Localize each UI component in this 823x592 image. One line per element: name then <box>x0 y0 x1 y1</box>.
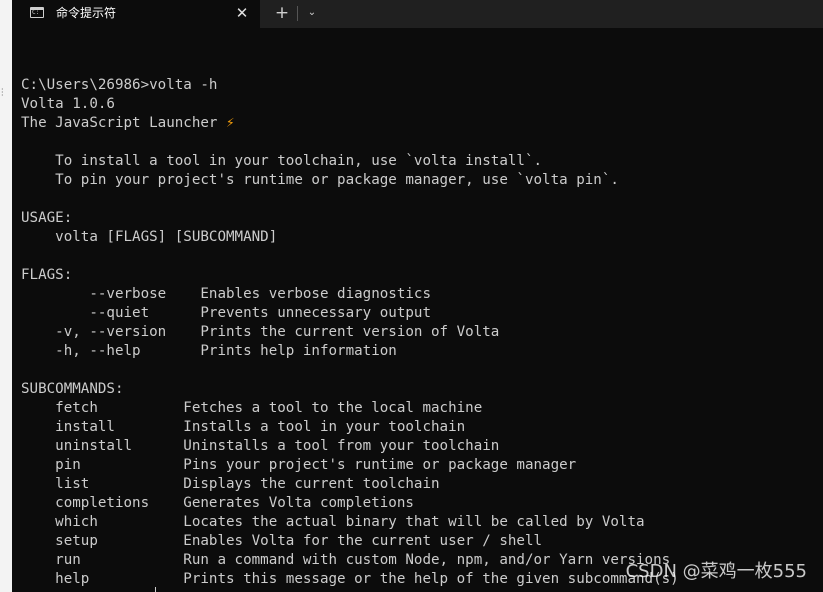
terminal-line: Volta 1.0.6 <box>21 96 115 112</box>
terminal-line: To pin your project's runtime or package… <box>21 172 619 188</box>
tab-title: 命令提示符 <box>56 6 117 20</box>
terminal-line: pin Pins your project's runtime or packa… <box>21 457 577 473</box>
new-tab-button[interactable]: + <box>272 3 292 23</box>
terminal-line: --quiet Prevents unnecessary output <box>21 305 431 321</box>
terminal-line: To install a tool in your toolchain, use… <box>21 153 543 169</box>
terminal-line: USAGE: <box>21 210 73 226</box>
terminal-line: which Locates the actual binary that wil… <box>21 514 645 530</box>
terminal-line: uninstall Uninstalls a tool from your to… <box>21 438 500 454</box>
terminal-line: list Displays the current toolchain <box>21 476 440 492</box>
more-dots-icon: · · · <box>1 85 4 100</box>
close-tab-button[interactable]: ✕ <box>232 3 252 23</box>
terminal-line: install Installs a tool in your toolchai… <box>21 419 466 435</box>
terminal-line: completions Generates Volta completions <box>21 495 414 511</box>
tab-separator <box>297 6 298 21</box>
terminal-line: FLAGS: <box>21 267 73 283</box>
terminal-line: SUBCOMMANDS: <box>21 381 124 397</box>
terminal-line: C:\Users\26986>volta -h <box>21 77 218 93</box>
terminal-line: -v, --version Prints the current version… <box>21 324 500 340</box>
terminal-window: · · · C: 命令提示符 ✕ + ⌄ C:\Users\26986>volta … <box>0 0 823 592</box>
text-cursor <box>155 587 156 592</box>
terminal-line: fetch Fetches a tool to the local machin… <box>21 400 483 416</box>
terminal-line: setup Enables Volta for the current user… <box>21 533 543 549</box>
tab-command-prompt[interactable]: C: 命令提示符 ✕ <box>12 0 260 28</box>
watermark: CSDN @菜鸡一枚555 <box>625 561 807 582</box>
desktop-edge: · · · <box>0 0 12 592</box>
terminal-line: --verbose Enables verbose diagnostics <box>21 286 431 302</box>
lightning-icon: ⚡ <box>226 115 235 131</box>
terminal-line: -h, --help Prints help information <box>21 343 397 359</box>
terminal-icon: C: <box>30 7 44 18</box>
terminal-line: The JavaScript Launcher ⚡ <box>21 115 235 131</box>
partial-prompt-line <box>21 588 81 592</box>
tab-dropdown-button[interactable]: ⌄ <box>302 3 322 23</box>
terminal-line: volta [FLAGS] [SUBCOMMAND] <box>21 229 278 245</box>
terminal-output[interactable]: C:\Users\26986>volta -h Volta 1.0.6 The Ja… <box>21 57 823 589</box>
